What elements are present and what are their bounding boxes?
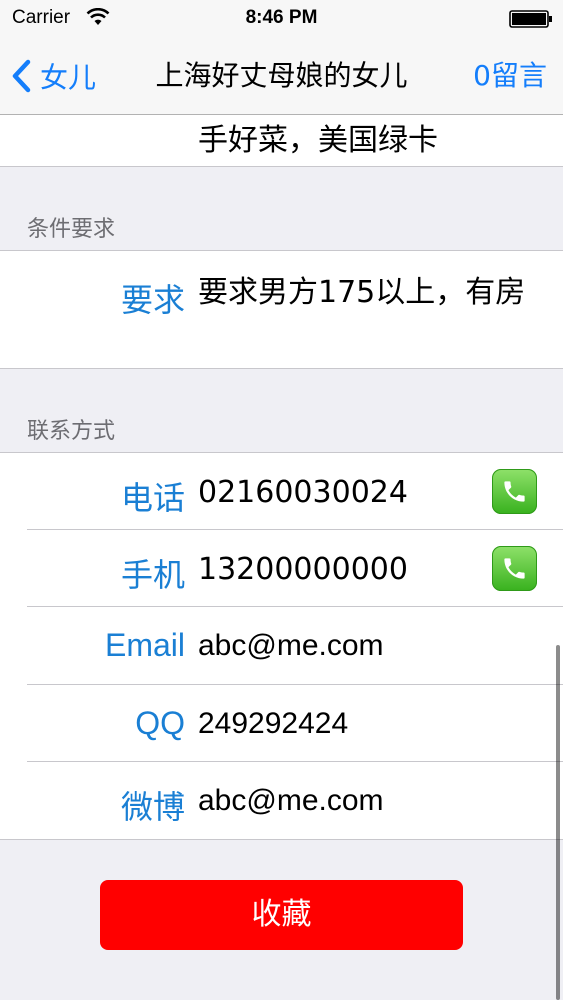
requirement-label: 要求 <box>120 281 185 319</box>
phone-value[interactable]: 02160030024 <box>198 475 408 510</box>
requirement-row: 要求 要求男方175以上，有房 <box>0 251 563 368</box>
qq-value[interactable]: 249292424 <box>198 707 348 741</box>
status-bar: Carrier 8:46 PM <box>0 0 563 38</box>
call-mobile-button[interactable] <box>492 546 537 591</box>
weibo-value[interactable]: abc@me.com <box>198 784 384 818</box>
back-button-label: 女儿 <box>40 61 97 94</box>
mobile-label: 手机 <box>120 556 185 594</box>
weibo-label: 微博 <box>120 788 185 826</box>
scrollbar[interactable] <box>556 645 560 1000</box>
favorite-button[interactable]: 收藏 <box>100 880 463 950</box>
phone-label: 电话 <box>120 479 185 517</box>
phone-icon <box>504 558 525 579</box>
detail-content[interactable]: 手好菜，美国绿卡 条件要求 要求 要求男方175以上，有房 联系方式 电话 02… <box>0 115 563 1000</box>
status-time: 8:46 PM <box>245 7 318 28</box>
contact-group: 电话 02160030024 手机 13200000000 Email abc@… <box>0 452 563 840</box>
intro-group: 手好菜，美国绿卡 <box>0 115 563 167</box>
call-phone-button[interactable] <box>492 469 537 514</box>
contact-row-email: Email abc@me.com <box>0 607 563 685</box>
email-value[interactable]: abc@me.com <box>198 629 384 663</box>
contact-row-qq: QQ 249292424 <box>0 685 563 762</box>
phone-icon <box>504 481 525 502</box>
comments-button[interactable]: 0留言 <box>473 56 547 96</box>
contact-row-mobile: 手机 13200000000 <box>0 530 563 607</box>
contact-row-weibo: 微博 abc@me.com <box>0 762 563 839</box>
requirement-value: 要求男方175以上，有房 <box>198 275 526 310</box>
screen: Carrier 8:46 PM 女儿 上海好丈母娘的女儿 0留言 手好菜，美国绿… <box>0 0 563 1000</box>
battery-icon <box>509 10 553 28</box>
chevron-left-icon <box>12 59 31 93</box>
qq-label: QQ <box>135 705 185 741</box>
navigation-bar: 女儿 上海好丈母娘的女儿 0留言 <box>0 38 563 115</box>
intro-text: 手好菜，美国绿卡 <box>198 123 438 158</box>
page-title: 上海好丈母娘的女儿 <box>155 59 408 92</box>
requirements-section-title: 条件要求 <box>27 217 116 242</box>
mobile-value[interactable]: 13200000000 <box>198 552 408 587</box>
requirements-group: 要求 要求男方175以上，有房 <box>0 250 563 369</box>
email-label: Email <box>104 627 185 663</box>
contact-row-phone: 电话 02160030024 <box>0 453 563 530</box>
back-button[interactable]: 女儿 <box>10 56 96 96</box>
contact-section-title: 联系方式 <box>27 419 116 444</box>
